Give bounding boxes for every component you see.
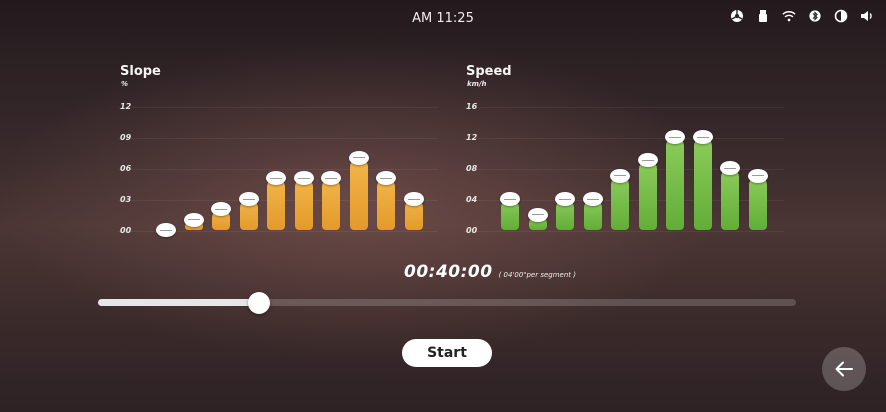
speed-bar-handle[interactable] bbox=[665, 130, 685, 144]
speed-bar[interactable] bbox=[666, 137, 684, 230]
speed-bar[interactable] bbox=[721, 168, 739, 230]
duration-display: 00:40:00 ( 04'00"per segment ) bbox=[404, 262, 576, 282]
speed-gridline bbox=[464, 231, 784, 232]
duration-time: 00:40:00 bbox=[404, 262, 493, 282]
speed-bar-handle[interactable] bbox=[610, 168, 630, 183]
speed-gridline bbox=[464, 107, 784, 108]
speed-tick-label: 04 bbox=[466, 195, 478, 204]
speed-tick-label: 08 bbox=[466, 164, 478, 173]
speed-chart-unit: km/h bbox=[467, 80, 487, 88]
speed-bar-handle[interactable] bbox=[747, 168, 768, 183]
slider-fill bbox=[98, 299, 259, 306]
speed-bar[interactable] bbox=[748, 175, 767, 230]
back-button[interactable] bbox=[822, 347, 866, 391]
speed-bar-handle[interactable] bbox=[527, 207, 548, 222]
duration-note: ( 04'00"per segment ) bbox=[498, 271, 577, 279]
workout-screen: AM 11:25 Slope % 12 09 06 03 00 Speed km/h 1… bbox=[0, 0, 886, 412]
speed-bar-handle[interactable] bbox=[582, 192, 603, 206]
speed-tick-label: 12 bbox=[466, 133, 478, 142]
speed-bar-handle[interactable] bbox=[720, 161, 740, 175]
speed-bar[interactable] bbox=[693, 137, 712, 230]
speed-chart-title: Speed bbox=[466, 64, 512, 79]
start-button[interactable]: Start bbox=[402, 339, 492, 367]
speed-tick-label: 16 bbox=[466, 102, 478, 111]
speed-bar-handle[interactable] bbox=[692, 130, 713, 144]
speed-bar[interactable] bbox=[638, 160, 657, 230]
duration-slider[interactable] bbox=[98, 292, 796, 314]
speed-bar-handle[interactable] bbox=[555, 192, 575, 206]
speed-bar-handle[interactable] bbox=[637, 153, 658, 168]
speed-gridline bbox=[464, 138, 784, 139]
speed-tick-label: 00 bbox=[466, 226, 478, 235]
speed-bar-handle[interactable] bbox=[500, 192, 520, 206]
arrow-left-icon bbox=[835, 361, 853, 377]
slider-knob[interactable] bbox=[247, 292, 270, 314]
speed-bar[interactable] bbox=[611, 175, 629, 230]
speed-chart: Speed km/h 16 12 08 04 00 bbox=[0, 0, 886, 260]
